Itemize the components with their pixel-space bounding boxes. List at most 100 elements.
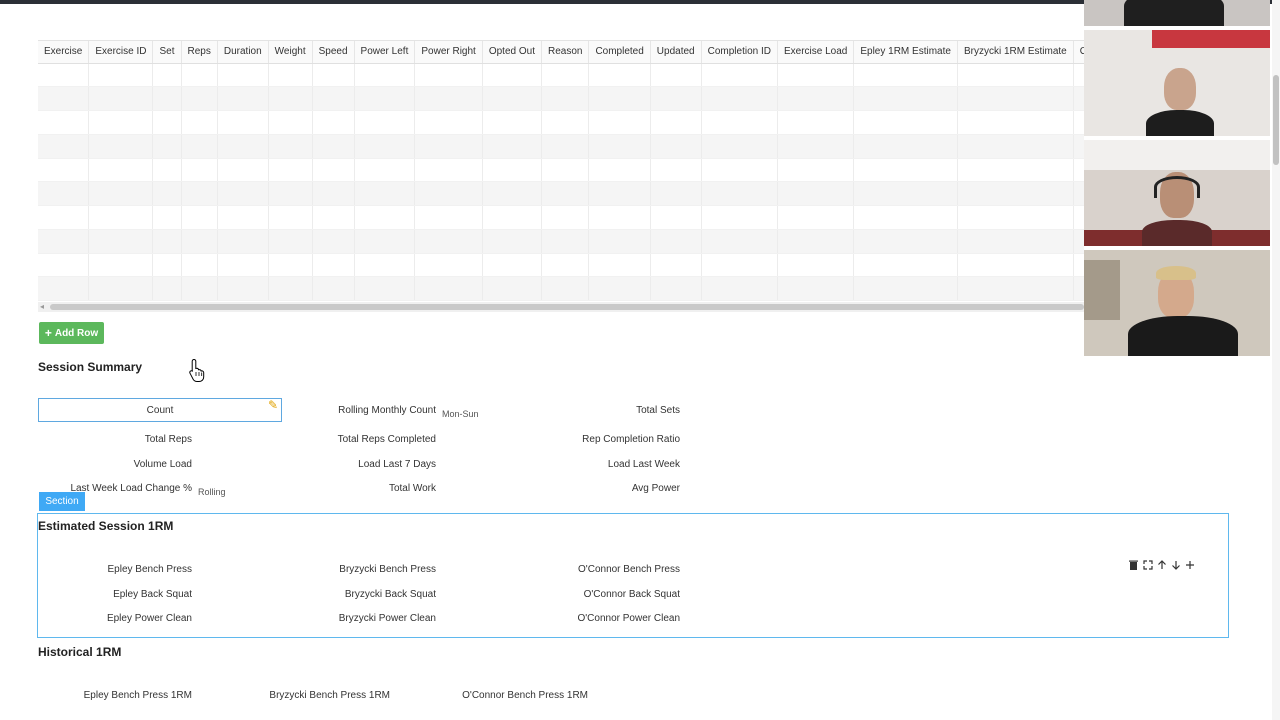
table-cell[interactable] [541,276,590,301]
column-header[interactable]: Weight [268,41,313,64]
table-cell[interactable] [217,86,269,111]
section-tag[interactable]: Section [39,492,85,511]
table-cell[interactable] [957,229,1074,254]
table-cell[interactable] [354,134,416,159]
table-cell[interactable] [354,110,416,135]
table-cell[interactable] [777,229,855,254]
table-cell[interactable] [853,229,958,254]
pencil-icon[interactable]: ✎ [268,398,278,412]
table-cell[interactable] [588,181,651,206]
table-cell[interactable] [181,253,218,278]
horizontal-scrollbar[interactable]: ◂ [38,302,1084,312]
arrow-down-icon[interactable] [1170,559,1181,570]
table-cell[interactable] [181,205,218,230]
table-cell[interactable] [268,86,313,111]
table-cell[interactable] [217,181,269,206]
table-cell[interactable] [588,276,651,301]
table-row[interactable] [38,158,1084,183]
table-cell[interactable] [957,110,1074,135]
table-cell[interactable] [853,110,958,135]
table-cell[interactable] [482,181,542,206]
table-cell[interactable] [853,134,958,159]
table-cell[interactable] [777,205,855,230]
table-cell[interactable] [541,63,590,88]
table-cell[interactable] [152,229,182,254]
table-cell[interactable] [1073,158,1084,183]
table-cell[interactable] [152,158,182,183]
table-cell[interactable] [312,276,355,301]
table-cell[interactable] [152,110,182,135]
table-cell[interactable] [701,181,778,206]
table-cell[interactable] [152,205,182,230]
table-cell[interactable] [354,253,416,278]
table-cell[interactable] [482,86,542,111]
table-cell[interactable] [414,86,483,111]
table-cell[interactable] [1073,134,1084,159]
table-cell[interactable] [1073,110,1084,135]
table-row[interactable] [38,229,1084,254]
table-cell[interactable] [88,181,154,206]
table-cell[interactable] [414,110,483,135]
table-cell[interactable] [268,134,313,159]
table-cell[interactable] [88,253,154,278]
count-field[interactable]: Count [38,398,282,422]
table-cell[interactable] [312,158,355,183]
table-cell[interactable] [217,134,269,159]
table-cell[interactable] [268,205,313,230]
table-cell[interactable] [541,110,590,135]
table-cell[interactable] [38,253,90,278]
column-header[interactable]: Opted Out [482,41,542,64]
table-cell[interactable] [541,181,590,206]
table-cell[interactable] [588,86,651,111]
column-header[interactable]: Completed [588,41,651,64]
table-cell[interactable] [701,86,778,111]
table-cell[interactable] [312,110,355,135]
table-cell[interactable] [88,63,154,88]
table-cell[interactable] [38,63,90,88]
table-cell[interactable] [853,158,958,183]
table-cell[interactable] [957,181,1074,206]
column-header[interactable]: Power Left [354,41,416,64]
table-cell[interactable] [312,205,355,230]
scrollbar-thumb[interactable] [50,304,1084,310]
table-cell[interactable] [701,229,778,254]
table-cell[interactable] [588,134,651,159]
table-cell[interactable] [88,134,154,159]
table-cell[interactable] [588,229,651,254]
column-header[interactable]: Updated [650,41,702,64]
table-cell[interactable] [181,229,218,254]
table-cell[interactable] [217,63,269,88]
table-cell[interactable] [312,134,355,159]
table-cell[interactable] [701,205,778,230]
table-cell[interactable] [38,205,90,230]
column-header[interactable]: Speed [312,41,355,64]
table-cell[interactable] [152,276,182,301]
table-cell[interactable] [181,86,218,111]
table-cell[interactable] [268,253,313,278]
table-cell[interactable] [152,86,182,111]
add-row-button[interactable]: + Add Row [39,322,104,344]
table-cell[interactable] [482,205,542,230]
table-cell[interactable] [38,181,90,206]
table-cell[interactable] [701,276,778,301]
table-cell[interactable] [482,276,542,301]
table-cell[interactable] [957,205,1074,230]
table-row[interactable] [38,181,1084,206]
table-cell[interactable] [777,276,855,301]
table-cell[interactable] [1073,181,1084,206]
table-cell[interactable] [777,110,855,135]
vertical-scrollbar-thumb[interactable] [1273,75,1279,165]
table-cell[interactable] [650,181,702,206]
table-cell[interactable] [414,276,483,301]
table-cell[interactable] [650,276,702,301]
table-cell[interactable] [777,181,855,206]
table-cell[interactable] [650,63,702,88]
table-cell[interactable] [1073,205,1084,230]
column-header[interactable]: O'C [1073,41,1084,64]
column-header[interactable]: Set [152,41,182,64]
table-cell[interactable] [181,110,218,135]
table-cell[interactable] [650,158,702,183]
table-cell[interactable] [312,181,355,206]
table-cell[interactable] [312,253,355,278]
table-cell[interactable] [88,110,154,135]
